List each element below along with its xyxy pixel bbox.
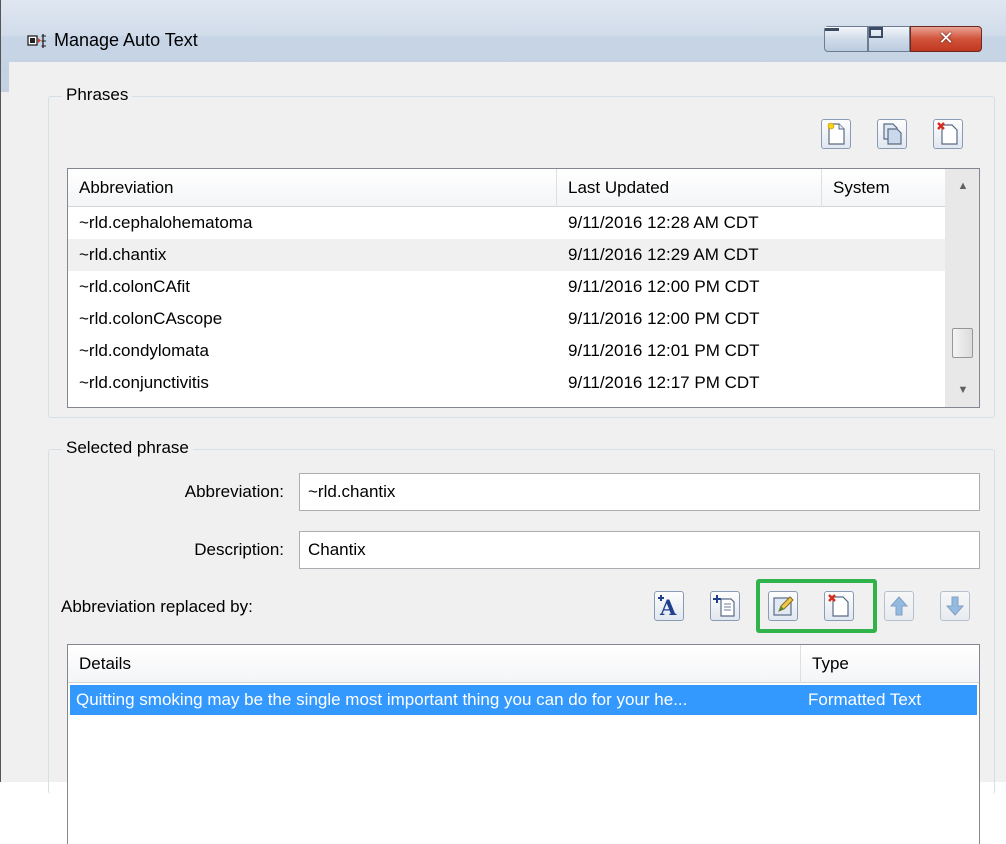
table-row[interactable]: ~rld.conjunctivitis 9/11/2016 12:17 PM C…	[68, 367, 947, 399]
cell-abbreviation: ~rld.colonCAscope	[79, 309, 223, 328]
table-row-selected[interactable]: Quitting smoking may be the single most …	[70, 685, 977, 715]
manage-auto-text-window: Manage Auto Text ✕ Phrases Abbreviation …	[0, 0, 1006, 844]
cell-last-updated: 9/11/2016 12:17 PM CDT	[568, 373, 760, 392]
cell-last-updated: 9/11/2016 12:00 PM CDT	[568, 277, 760, 296]
cell-last-updated: 9/11/2016 12:29 AM CDT	[568, 245, 759, 264]
window-title: Manage Auto Text	[54, 30, 198, 50]
table-row[interactable]: ~rld.cephalohematoma 9/11/2016 12:28 AM …	[68, 207, 947, 239]
add-formatted-text-button[interactable]: A	[654, 591, 684, 621]
cell-abbreviation: ~rld.chantix	[79, 245, 167, 264]
phrases-list[interactable]: Abbreviation Last Updated System ~rld.ce…	[67, 168, 980, 408]
maximize-icon	[869, 27, 883, 38]
details-list-header: Details Type	[68, 645, 979, 683]
maximize-button[interactable]	[868, 26, 910, 52]
new-phrase-button[interactable]	[821, 119, 851, 149]
close-icon: ✕	[938, 28, 954, 49]
phrases-legend: Phrases	[62, 85, 133, 105]
table-row[interactable]: ~rld.condylomata 9/11/2016 12:01 PM CDT	[68, 335, 947, 367]
cell-abbreviation: ~rld.colonCAfit	[79, 277, 191, 296]
move-down-button[interactable]	[940, 591, 970, 621]
app-icon	[27, 34, 46, 48]
table-row-selected[interactable]: ~rld.chantix 9/11/2016 12:29 AM CDT	[68, 239, 947, 271]
delete-phrase-icon	[937, 122, 958, 145]
selected-phrase-legend: Selected phrase	[62, 438, 193, 458]
column-header-type[interactable]: Type	[801, 645, 981, 683]
dialog-content: Phrases Abbreviation Last Updated System…	[9, 62, 1006, 844]
cell-last-updated: 9/11/2016 12:00 PM CDT	[568, 309, 760, 328]
column-header-system[interactable]: System	[822, 169, 947, 207]
cell-abbreviation: ~rld.conjunctivitis	[79, 373, 209, 392]
move-up-button[interactable]	[884, 591, 914, 621]
column-header-details[interactable]: Details	[68, 645, 801, 683]
table-row[interactable]: ~rld.colonCAfit 9/11/2016 12:00 PM CDT	[68, 271, 947, 303]
cell-type: Formatted Text	[808, 690, 922, 709]
minimize-button[interactable]	[824, 26, 868, 52]
move-down-icon	[945, 596, 965, 616]
scroll-down-arrow-icon[interactable]: ▼	[946, 373, 980, 407]
scroll-thumb[interactable]	[952, 328, 973, 358]
copy-phrase-icon	[883, 123, 902, 145]
highlighted-edit-delete-group	[756, 579, 877, 633]
description-field[interactable]: Chantix	[299, 531, 980, 569]
column-header-last-updated[interactable]: Last Updated	[557, 169, 822, 207]
cell-last-updated: 9/11/2016 12:01 PM CDT	[568, 341, 760, 360]
copy-phrase-button[interactable]	[877, 119, 907, 149]
replaced-by-label: Abbreviation replaced by:	[61, 597, 253, 616]
cell-last-updated: 9/11/2016 12:28 AM CDT	[568, 213, 759, 232]
cell-details: Quitting smoking may be the single most …	[76, 690, 688, 709]
abbreviation-field[interactable]: ~rld.chantix	[299, 473, 980, 511]
close-button[interactable]: ✕	[910, 26, 982, 52]
phrases-scrollbar[interactable]: ▲ ▼	[945, 169, 979, 407]
add-template-icon	[713, 595, 735, 617]
cell-abbreviation: ~rld.cephalohematoma	[79, 213, 253, 232]
abbreviation-label: Abbreviation:	[184, 482, 284, 501]
phrases-list-header: Abbreviation Last Updated System	[68, 169, 979, 207]
minimize-icon	[825, 27, 839, 31]
replacement-details-list[interactable]: Details Type Quitting smoking may be the…	[67, 644, 980, 844]
delete-phrase-button[interactable]	[933, 119, 963, 149]
table-row[interactable]: ~rld.colonCAscope 9/11/2016 12:00 PM CDT	[68, 303, 947, 335]
cell-abbreviation: ~rld.condylomata	[79, 341, 209, 360]
add-formatted-text-icon: A	[658, 595, 677, 618]
description-label: Description:	[194, 540, 284, 559]
new-phrase-icon	[827, 122, 845, 145]
column-header-abbreviation[interactable]: Abbreviation	[68, 169, 557, 207]
scroll-up-arrow-icon[interactable]: ▲	[946, 169, 980, 203]
move-up-icon	[889, 596, 909, 616]
add-template-button[interactable]	[710, 591, 740, 621]
